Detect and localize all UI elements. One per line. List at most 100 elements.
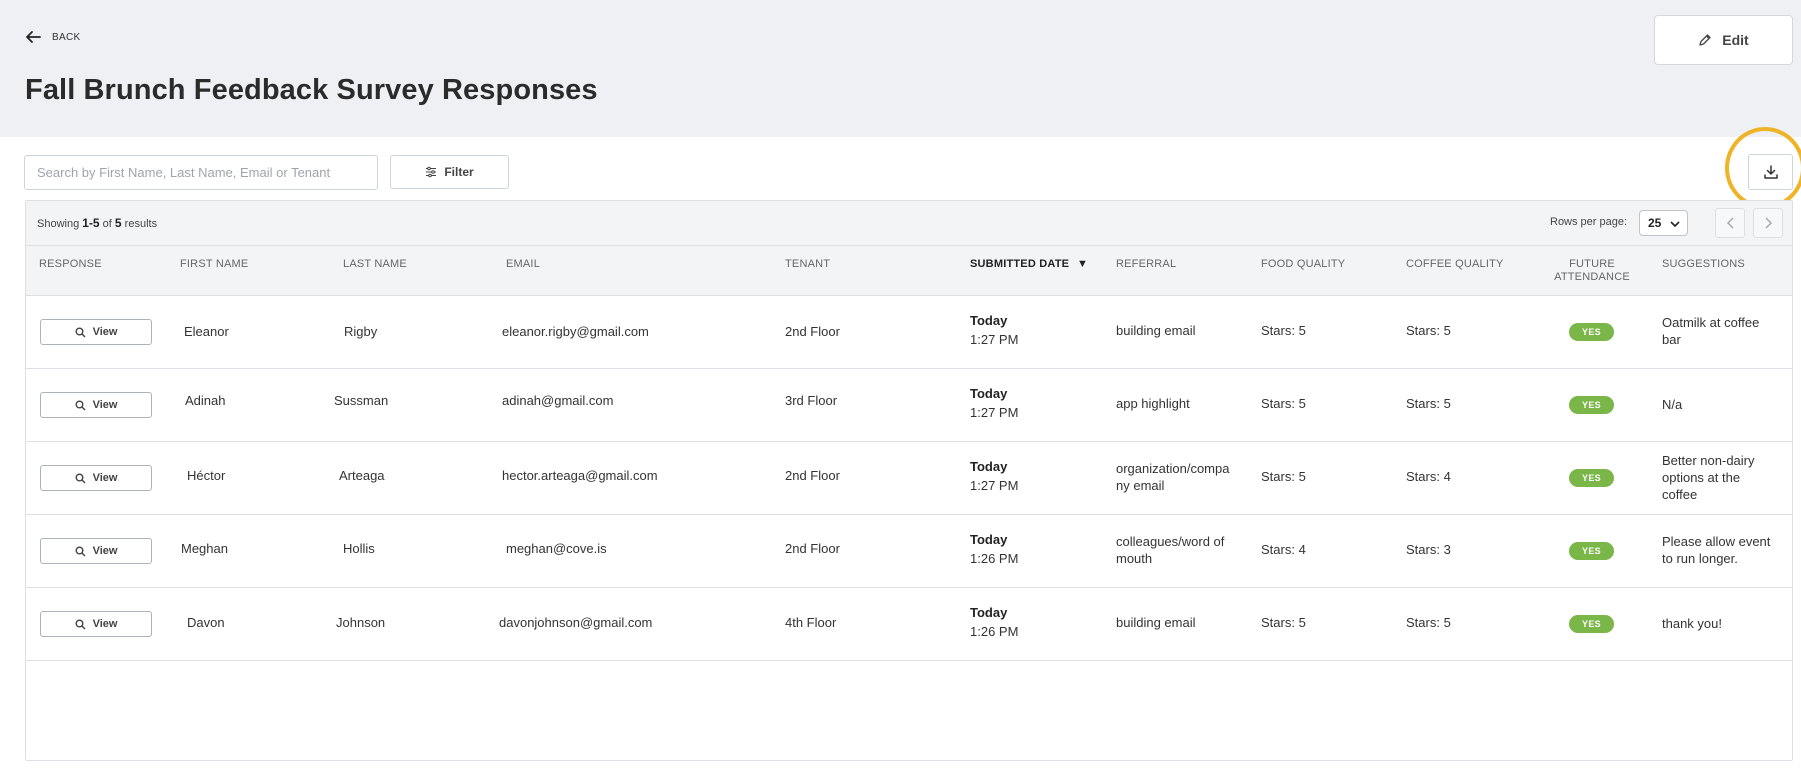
showing-of: of: [102, 218, 112, 230]
date-day: Today: [970, 313, 1008, 328]
edit-button[interactable]: Edit: [1654, 15, 1793, 65]
status-badge: YES: [1569, 469, 1614, 487]
sliders-icon: [426, 166, 437, 178]
cell-suggestions: Better non-dairy options at the coffee: [1662, 453, 1755, 502]
cell-suggestions: N/a: [1662, 397, 1683, 412]
cell-food-quality: Stars: 4: [1261, 542, 1306, 557]
status-badge: YES: [1569, 542, 1614, 560]
table-row: View Eleanor Rigby eleanor.rigby@gmail.c…: [26, 296, 1792, 369]
view-response-button[interactable]: View: [40, 611, 152, 637]
cell-email: eleanor.rigby@gmail.com: [502, 324, 649, 339]
filter-button[interactable]: Filter: [390, 155, 509, 189]
date-day: Today: [970, 459, 1008, 474]
column-header-future-attendance[interactable]: FUTURE ATTENDANCE: [1552, 258, 1632, 284]
cell-coffee-quality: Stars: 4: [1406, 469, 1451, 484]
column-header-suggestions[interactable]: SUGGESTIONS: [1662, 258, 1745, 271]
view-response-button[interactable]: View: [40, 465, 152, 491]
search-icon: [75, 473, 86, 483]
cell-email: hector.arteaga@gmail.com: [502, 468, 658, 483]
column-header-response: RESPONSE: [39, 258, 102, 270]
table-row: View Adinah Sussman adinah@gmail.com 3rd…: [26, 369, 1792, 442]
cell-first-name: Eleanor: [184, 324, 229, 339]
date-time: 1:27 PM: [970, 332, 1019, 347]
cell-first-name: Meghan: [181, 541, 228, 556]
search-icon: [75, 546, 86, 556]
search-input[interactable]: [24, 155, 378, 190]
cell-food-quality: Stars: 5: [1261, 469, 1306, 484]
cell-submitted-date: Today 1:27 PM: [970, 386, 1018, 420]
cell-submitted-date: Today 1:27 PM: [970, 313, 1018, 347]
view-response-button[interactable]: View: [40, 319, 152, 345]
showing-total: 5: [114, 216, 122, 230]
cell-email: meghan@cove.is: [506, 541, 607, 556]
table-header: RESPONSE FIRST NAME LAST NAME EMAIL TENA…: [26, 246, 1792, 296]
previous-page-button[interactable]: [1715, 208, 1745, 238]
column-header-submitted-date[interactable]: SUBMITTED DATE: [970, 258, 1069, 271]
column-header-email[interactable]: EMAIL: [506, 258, 540, 271]
cell-tenant: 2nd Floor: [785, 468, 840, 483]
column-header-first-name[interactable]: FIRST NAME: [180, 258, 248, 271]
showing-prefix: Showing: [37, 218, 80, 230]
cell-referral: colleagues/word of mouth: [1116, 534, 1225, 566]
showing-suffix: results: [124, 218, 158, 230]
cell-coffee-quality: Stars: 5: [1406, 323, 1451, 338]
table-row: View Davon Johnson davonjohnson@gmail.co…: [26, 588, 1792, 661]
column-header-last-name[interactable]: LAST NAME: [343, 258, 407, 271]
date-time: 1:27 PM: [970, 478, 1019, 493]
cell-submitted-date: Today 1:26 PM: [970, 605, 1018, 639]
cell-email: davonjohnson@gmail.com: [499, 615, 653, 630]
cell-submitted-date: Today 1:26 PM: [970, 532, 1018, 566]
cell-submitted-date: Today 1:27 PM: [970, 459, 1018, 493]
date-day: Today: [970, 532, 1008, 547]
search-icon: [75, 327, 86, 337]
cell-food-quality: Stars: 5: [1261, 323, 1306, 338]
table-row: View Meghan Hollis meghan@cove.is 2nd Fl…: [26, 515, 1792, 588]
chevron-right-icon: [1764, 217, 1772, 229]
rows-per-page-label: Rows per page:: [1550, 216, 1628, 228]
date-time: 1:26 PM: [970, 551, 1019, 566]
download-icon: [1763, 165, 1778, 179]
filter-label: Filter: [444, 165, 474, 179]
cell-first-name: Davon: [187, 615, 225, 630]
cell-first-name: Héctor: [187, 468, 226, 483]
view-label: View: [92, 472, 118, 484]
cell-last-name: Johnson: [336, 615, 386, 630]
cell-tenant: 4th Floor: [785, 615, 837, 630]
cell-coffee-quality: Stars: 3: [1406, 542, 1451, 557]
cell-referral: building email: [1116, 615, 1196, 630]
next-page-button[interactable]: [1753, 208, 1783, 238]
results-table: Showing 1-5 of 5 results Rows per page: …: [25, 200, 1793, 761]
sort-descending-icon[interactable]: ▼: [1077, 258, 1088, 270]
status-badge: YES: [1569, 323, 1614, 341]
download-button[interactable]: [1748, 154, 1793, 190]
cell-tenant: 3rd Floor: [785, 393, 838, 408]
date-time: 1:26 PM: [970, 624, 1019, 639]
back-button[interactable]: BACK: [24, 28, 80, 46]
cell-email: adinah@gmail.com: [502, 393, 614, 408]
cell-last-name: Hollis: [343, 541, 375, 556]
column-header-tenant[interactable]: TENANT: [785, 258, 830, 271]
date-day: Today: [970, 386, 1008, 401]
cell-last-name: Arteaga: [339, 468, 385, 483]
column-header-referral[interactable]: REFERRAL: [1116, 258, 1176, 271]
arrow-left-icon: [26, 31, 41, 43]
cell-tenant: 2nd Floor: [785, 324, 840, 339]
cell-referral: building email: [1116, 323, 1196, 338]
search-icon: [75, 619, 86, 629]
rows-per-page-select[interactable]: 25: [1639, 210, 1688, 236]
showing-range: 1-5: [82, 216, 100, 230]
view-label: View: [92, 618, 118, 630]
page-header: BACK Fall Brunch Feedback Survey Respons…: [0, 0, 1801, 137]
view-label: View: [92, 399, 118, 411]
cell-tenant: 2nd Floor: [785, 541, 840, 556]
column-header-coffee-quality[interactable]: COFFEE QUALITY: [1406, 258, 1504, 271]
column-header-food-quality[interactable]: FOOD QUALITY: [1261, 258, 1345, 271]
view-response-button[interactable]: View: [40, 392, 152, 418]
view-response-button[interactable]: View: [40, 538, 152, 564]
cell-coffee-quality: Stars: 5: [1406, 615, 1451, 630]
page-title: Fall Brunch Feedback Survey Responses: [25, 74, 598, 106]
chevron-down-icon: [1670, 221, 1680, 228]
status-badge: YES: [1569, 615, 1614, 633]
cell-referral: app highlight: [1116, 396, 1190, 411]
date-day: Today: [970, 605, 1008, 620]
